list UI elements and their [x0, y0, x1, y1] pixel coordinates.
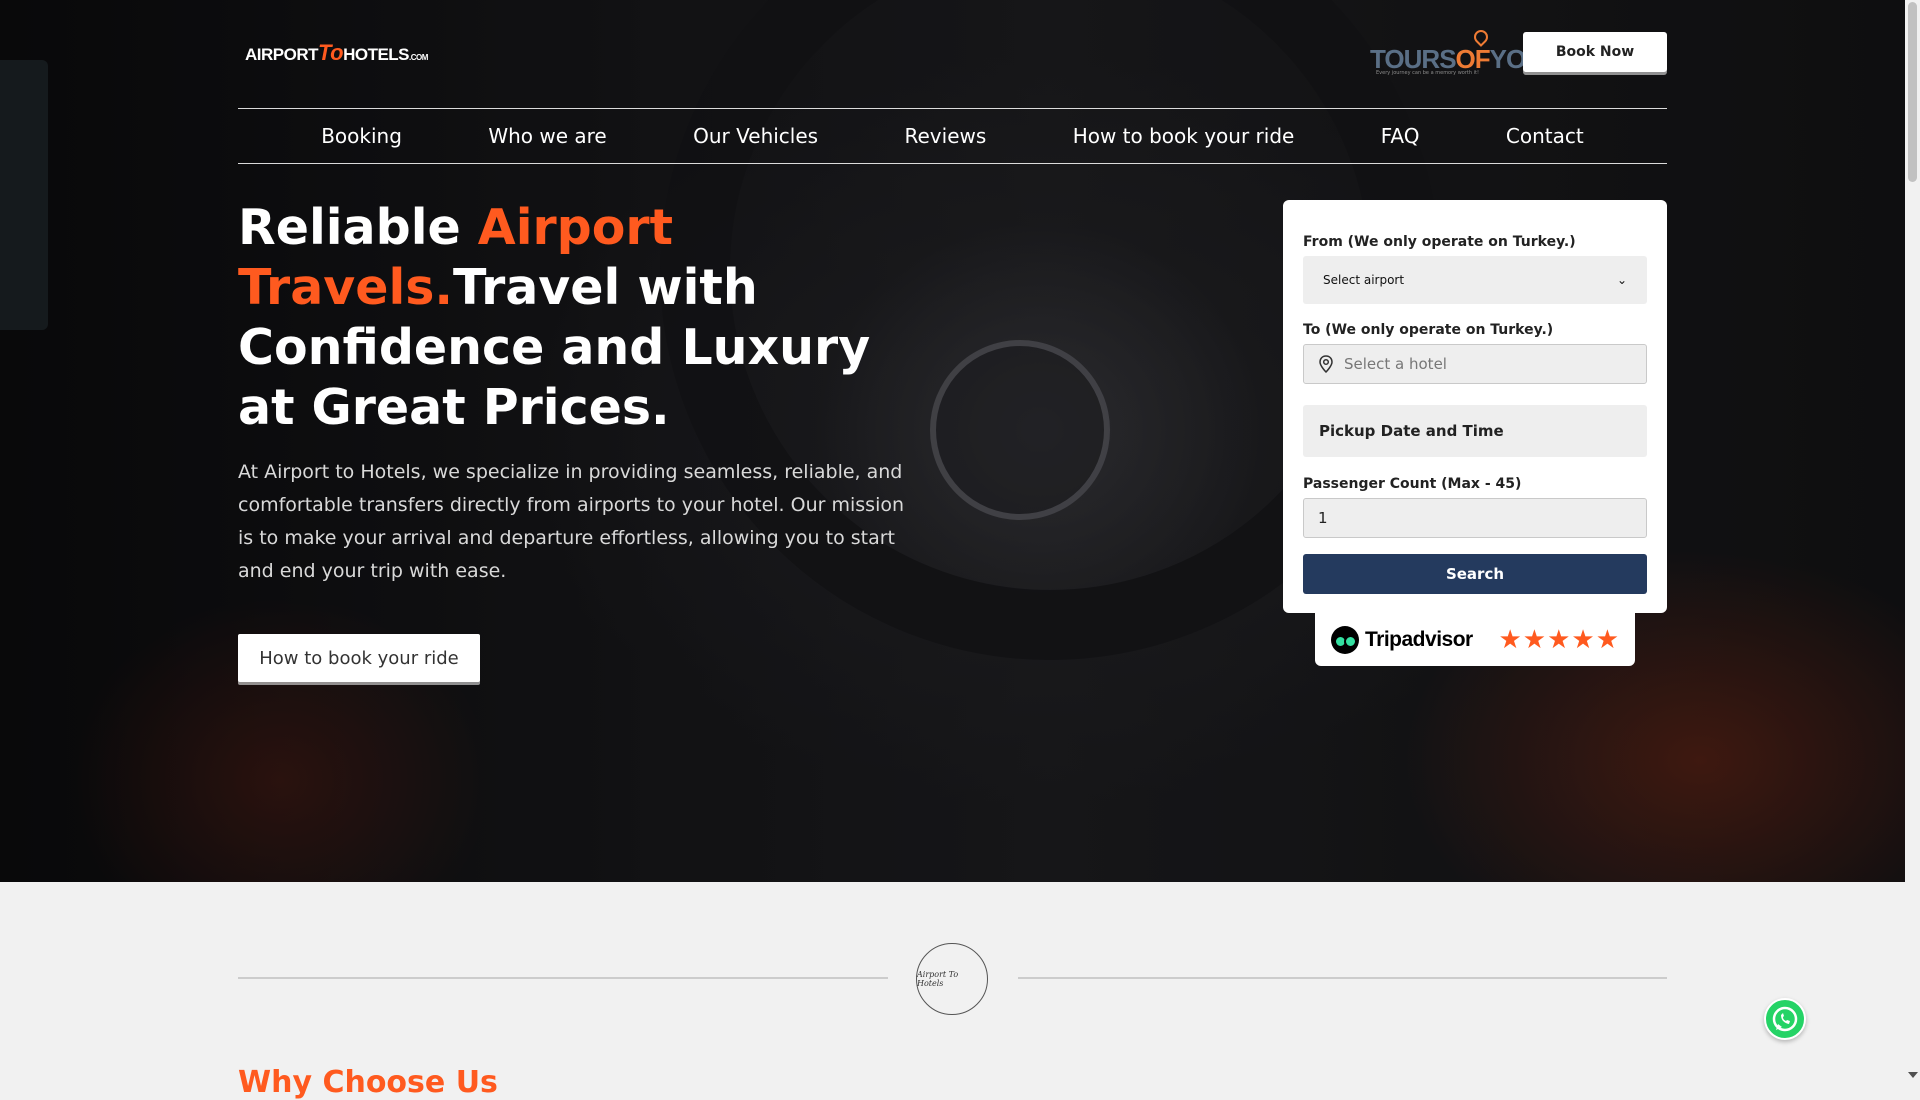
section-divider-left [238, 977, 888, 979]
booking-form: From (We only operate on Turkey.) Select… [1283, 200, 1667, 613]
nav-item-who-we-are[interactable]: Who we are [488, 124, 606, 148]
hotel-placeholder: Select a hotel [1344, 355, 1447, 373]
tripadvisor-owl-icon [1331, 625, 1359, 654]
nav-item-reviews[interactable]: Reviews [905, 124, 987, 148]
star-icon: ★ [1547, 624, 1571, 655]
chevron-down-icon: ⌄ [1616, 273, 1627, 287]
passenger-count-input[interactable]: 1 [1303, 498, 1647, 538]
site-logo[interactable]: AIRPORTToHOTELS.COM [245, 40, 428, 66]
logo-word-airport: AIRPORT [245, 45, 319, 64]
partner-tagline: Every journey can be a memory worth it! [1376, 70, 1479, 76]
whatsapp-icon [1772, 1006, 1798, 1032]
search-button[interactable]: Search [1303, 554, 1647, 594]
how-to-book-button[interactable]: How to book your ride [238, 634, 480, 682]
star-icon: ★ [1498, 624, 1522, 655]
star-icon: ★ [1595, 624, 1619, 655]
logo-word-hotels: HOTELS [343, 45, 410, 64]
tripadvisor-name: Tripadvisor [1365, 627, 1473, 651]
rating-stars: ★ ★ ★ ★ ★ [1498, 627, 1619, 653]
tripadvisor-badge[interactable]: Tripadvisor ★ ★ ★ ★ ★ [1315, 613, 1635, 666]
logo-word-com: .COM [409, 53, 428, 62]
scroll-down-arrow-icon[interactable] [1908, 1072, 1918, 1078]
logo-word-to: To [318, 40, 344, 65]
star-icon: ★ [1522, 624, 1547, 655]
scrollbar-thumb[interactable] [1908, 2, 1917, 182]
whatsapp-button[interactable] [1764, 998, 1806, 1040]
nav-item-our-vehicles[interactable]: Our Vehicles [693, 124, 818, 148]
pickup-label: Pickup Date and Time [1319, 422, 1504, 440]
page-scrollbar[interactable] [1905, 0, 1920, 1080]
nav-item-contact[interactable]: Contact [1506, 124, 1584, 148]
map-pin-icon [1319, 355, 1333, 373]
brand-badge-text: Airport To Hotels [917, 970, 959, 988]
passenger-label: Passenger Count (Max - 45) [1303, 476, 1522, 492]
airport-select-value: Select airport [1323, 273, 1405, 287]
to-label: To (We only operate on Turkey.) [1303, 322, 1554, 338]
brand-badge-logo: Airport To Hotels [916, 943, 988, 1015]
nav-item-how-to-book[interactable]: How to book your ride [1073, 124, 1295, 148]
main-nav: Booking Who we are Our Vehicles Reviews … [238, 108, 1667, 164]
passenger-count-value: 1 [1318, 509, 1328, 527]
star-icon: ★ [1571, 624, 1595, 655]
why-choose-heading: Why Choose Us [238, 1065, 498, 1100]
nav-item-faq[interactable]: FAQ [1381, 124, 1420, 148]
pickup-datetime-field[interactable]: Pickup Date and Time [1303, 405, 1647, 457]
nav-item-booking[interactable]: Booking [321, 124, 402, 148]
hero-headline: Reliable Airport Travels.Travel with Con… [238, 198, 938, 438]
hotel-input[interactable]: Select a hotel [1303, 344, 1647, 384]
headline-part-1: Reliable [238, 199, 478, 256]
airport-select[interactable]: Select airport ⌄ [1303, 256, 1647, 304]
book-now-button[interactable]: Book Now [1523, 32, 1667, 72]
hero-description: At Airport to Hotels, we specialize in p… [238, 461, 905, 582]
partner-logo[interactable]: TOURSOFYOU Every journey can be a memory… [1370, 27, 1544, 78]
from-label: From (We only operate on Turkey.) [1303, 234, 1576, 250]
section-divider-right [1018, 977, 1667, 979]
